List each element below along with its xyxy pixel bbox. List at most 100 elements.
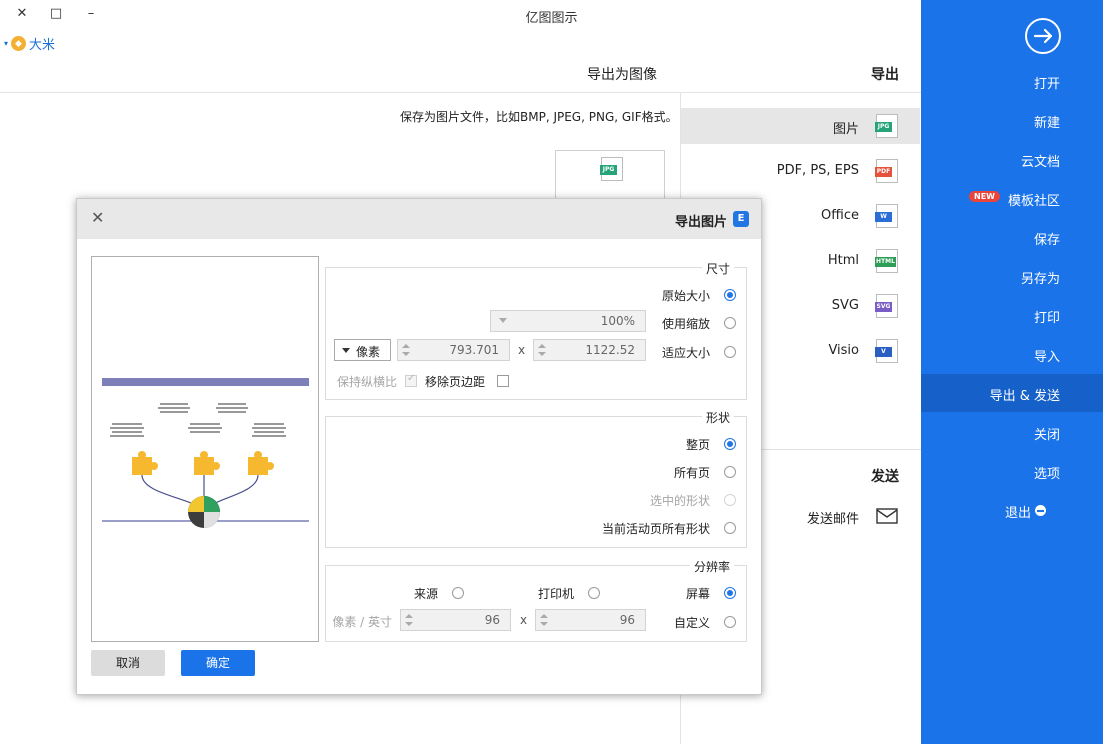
export-header: 导出 — [871, 67, 899, 83]
selected-shapes-radio[interactable] — [724, 494, 736, 506]
shape-group-title: 形状 — [701, 409, 734, 426]
use-zoom-label: 使用缩放 — [661, 317, 710, 331]
dialog-title: 导出图片 — [674, 215, 727, 230]
unit-select[interactable]: 像素 — [334, 339, 391, 361]
whole-page-label: 整页 — [685, 438, 710, 452]
divider — [0, 92, 921, 93]
format-item[interactable]: 图片 JPG — [681, 108, 920, 144]
source-label: 来源 — [413, 587, 438, 601]
keep-ratio-label: 保持纵横比 — [336, 375, 397, 389]
current-page-shapes-label: 当前活动页所有形状 — [601, 522, 710, 536]
section-header: 导出为图像 — [587, 67, 657, 83]
sidebar-item-label: 打开 — [1033, 77, 1060, 92]
unit-value: 像素 — [355, 345, 380, 359]
sidebar-item-label: 导入 — [1033, 350, 1060, 365]
send-email-label: 发送邮件 — [806, 512, 859, 527]
file-format-icon: PDF — [875, 159, 898, 183]
original-size-label: 原始大小 — [661, 289, 710, 303]
keep-ratio-checkbox[interactable] — [405, 373, 417, 387]
spinner-icon — [540, 613, 548, 627]
sidebar-item-label: 选项 — [1033, 467, 1060, 482]
spinner-icon — [405, 613, 413, 627]
source-radio[interactable] — [452, 587, 464, 599]
export-image-dialog: ✕ 导出图片 E 尺寸 原始大小 使用缩放 100% 适应大小 1122.52 … — [76, 198, 762, 695]
sidebar-item[interactable]: 关闭 — [921, 413, 1103, 451]
sidebar: 打开新建云文档 模板社区 NEW 保存另存为打印导入导出 & 发送关闭选项退出 — [921, 0, 1103, 744]
size-group-title: 尺寸 — [701, 260, 734, 277]
all-pages-radio[interactable] — [724, 466, 736, 478]
dpi-x-value: 96 — [619, 613, 635, 627]
spinner-icon — [402, 343, 410, 357]
sidebar-item[interactable]: 退出 — [921, 491, 1103, 529]
remove-margin-checkbox[interactable] — [497, 375, 509, 387]
sidebar-item[interactable]: 云文档 — [921, 140, 1103, 178]
sidebar-item[interactable]: 选项 — [921, 452, 1103, 490]
sidebar-item-label: 新建 — [1033, 116, 1060, 131]
sidebar-item-label: 保存 — [1033, 233, 1060, 248]
whole-page-radio[interactable] — [724, 438, 736, 450]
width-input[interactable]: 1122.52 — [533, 339, 646, 361]
sidebar-item[interactable]: 打印 — [921, 296, 1103, 334]
ok-button[interactable]: 确定 — [181, 650, 255, 676]
zoom-select[interactable]: 100% — [490, 310, 646, 332]
export-preview — [91, 256, 319, 642]
vip-diamond-icon: ◆ — [11, 36, 27, 51]
width-value: 1122.52 — [585, 343, 635, 357]
sidebar-item-label: 退出 — [1004, 506, 1031, 521]
sidebar-item[interactable]: 打开 — [921, 62, 1103, 100]
sidebar-item[interactable]: 导出 & 发送 — [921, 374, 1103, 412]
spinner-icon — [538, 343, 546, 357]
sidebar-item[interactable]: 新建 — [921, 101, 1103, 139]
times-symbol: x — [518, 343, 526, 357]
times-symbol: x — [520, 613, 528, 627]
resolution-group: 分辨率 屏幕 打印机 来源 自定义 96 x 96 像素 / 英寸 — [325, 558, 747, 642]
sidebar-item-label: 导出 & 发送 — [989, 389, 1060, 404]
fit-size-radio[interactable] — [724, 346, 736, 358]
custom-label: 自定义 — [673, 616, 710, 630]
current-page-shapes-radio[interactable] — [724, 522, 736, 534]
shape-group: 形状 整页 所有页 选中的形状 当前活动页所有形状 — [325, 409, 747, 548]
sidebar-item-label: 另存为 — [1020, 272, 1060, 287]
format-label: Office — [821, 208, 859, 223]
fit-size-label: 适应大小 — [661, 346, 710, 360]
zoom-value: 100% — [600, 314, 635, 328]
dpi-unit-label: 像素 / 英寸 — [332, 615, 392, 629]
app-logo-icon: E — [733, 211, 749, 227]
dialog-titlebar: ✕ 导出图片 E — [77, 199, 761, 239]
file-tag: W — [875, 212, 892, 222]
height-value: 793.701 — [449, 343, 499, 357]
format-description: 保存为图片文件，比如BMP, JPEG, PNG, GIF格式。 — [400, 110, 678, 124]
file-tag: HTML — [875, 257, 896, 267]
file-format-icon: SVG — [875, 294, 898, 318]
printer-radio[interactable] — [588, 587, 600, 599]
file-format-icon: V — [875, 339, 898, 363]
chevron-down-icon: ▾ — [4, 39, 9, 48]
exit-icon — [1035, 505, 1046, 516]
sidebar-item[interactable]: 保存 — [921, 218, 1103, 256]
format-item[interactable]: PDF, PS, EPS PDF — [681, 153, 920, 189]
use-zoom-radio[interactable] — [724, 317, 736, 329]
format-label: Visio — [828, 343, 859, 358]
chevron-down-icon — [499, 318, 507, 323]
diagram-thumbnail — [102, 378, 309, 528]
sidebar-item[interactable]: 另存为 — [921, 257, 1103, 295]
user-menu[interactable]: ▾ ◆ 大米 — [4, 34, 55, 53]
sidebar-item[interactable]: 导入 — [921, 335, 1103, 373]
dialog-close-button[interactable]: ✕ — [91, 208, 104, 227]
custom-radio[interactable] — [724, 616, 736, 628]
screen-label: 屏幕 — [685, 587, 710, 601]
all-pages-label: 所有页 — [673, 466, 710, 480]
format-label: Html — [827, 253, 859, 268]
sidebar-item[interactable]: 模板社区 NEW — [921, 179, 1103, 217]
jpg-file-icon: JPG — [600, 157, 623, 181]
screen-radio[interactable] — [724, 587, 736, 599]
remove-margin-label: 移除页边距 — [424, 375, 485, 389]
height-input[interactable]: 793.701 — [397, 339, 510, 361]
file-tag: SVG — [875, 302, 892, 312]
back-button[interactable] — [1025, 18, 1061, 54]
original-size-radio[interactable] — [724, 289, 736, 301]
dpi-x-input[interactable]: 96 — [535, 609, 646, 631]
cancel-button[interactable]: 取消 — [91, 650, 165, 676]
dpi-y-input[interactable]: 96 — [400, 609, 511, 631]
file-tag: V — [875, 347, 892, 357]
